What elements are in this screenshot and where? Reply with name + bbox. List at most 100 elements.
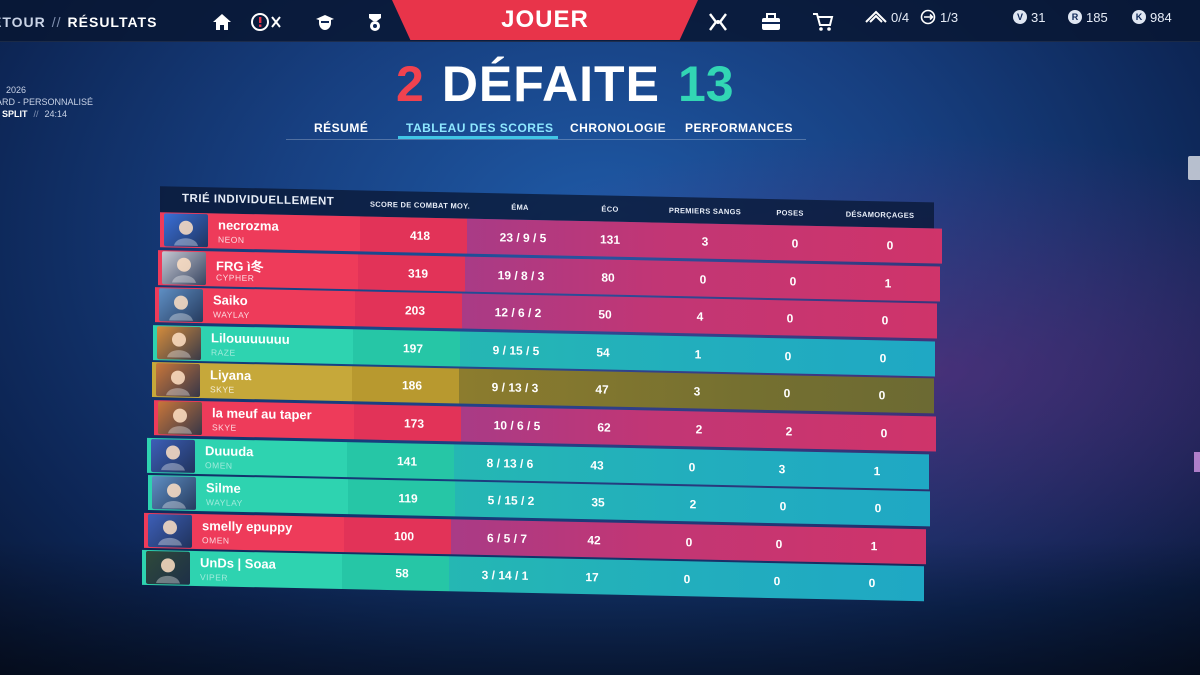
acs-value: 119	[398, 491, 418, 506]
store-icon[interactable]	[812, 11, 834, 33]
sort-toggle[interactable]: TRIÉ INDIVIDUELLEMENT	[182, 193, 334, 208]
tab-summary[interactable]: RÉSUMÉ	[314, 121, 368, 135]
player-name[interactable]: Lilouuuuuuu	[211, 330, 290, 347]
plants-value: 0	[789, 273, 797, 289]
match-mode: ARD - PERSONNALISÉ	[0, 97, 94, 107]
alert-icon[interactable]	[247, 11, 285, 33]
player-name[interactable]: Liyana	[210, 368, 251, 384]
plants-value: 2	[785, 424, 793, 439]
econ-value: 17	[585, 570, 599, 585]
player-name[interactable]: smelly epuppy	[202, 518, 292, 535]
acs-value: 186	[401, 378, 423, 394]
breadcrumb: ETOUR // RÉSULTATS	[0, 14, 157, 30]
acs-value: 173	[403, 416, 425, 431]
first-bloods-value: 0	[699, 272, 707, 287]
player-name[interactable]: Duuuda	[205, 443, 253, 459]
match-duration: 24:14	[44, 109, 68, 119]
plants-value: 0	[783, 386, 791, 401]
first-bloods-value: 2	[695, 422, 703, 437]
column-header-acs[interactable]: SCORE DE COMBAT MOY.	[365, 200, 475, 211]
acs-value: 58	[395, 566, 409, 581]
kingdom-credits-icon: K	[1132, 10, 1146, 24]
defuses-value: 0	[886, 238, 894, 253]
column-header-econ[interactable]: ÉCO	[580, 204, 640, 214]
agent-portrait-icon	[146, 551, 190, 586]
acs-value: 319	[407, 265, 429, 281]
plants-value: 0	[786, 311, 794, 326]
kda-value: 10 / 6 / 5	[493, 418, 541, 434]
acs-value: 141	[396, 453, 418, 469]
agents-icon[interactable]	[314, 11, 336, 33]
column-header-defuses[interactable]: DÉSAMORÇAGES	[840, 209, 920, 220]
agent-portrait-icon	[159, 288, 203, 323]
first-bloods-value: 0	[685, 535, 693, 550]
agent-portrait-icon	[151, 438, 195, 473]
plants-value: 0	[791, 236, 799, 251]
agent-name: OMEN	[202, 534, 230, 546]
agent-name: RAZE	[211, 347, 236, 358]
match-result: 2 DÉFAITE 13	[396, 56, 734, 112]
defuses-value: 0	[881, 313, 889, 328]
column-header-kda[interactable]: ÉMA	[480, 202, 560, 213]
tab-scoreboard[interactable]: TABLEAU DES SCORES	[406, 121, 553, 135]
match-map: SPLIT	[2, 109, 28, 119]
kda-value: 9 / 13 / 3	[491, 380, 539, 396]
match-map-line: SPLIT // 24:14	[2, 108, 93, 120]
battlepass-nav-icon[interactable]	[707, 11, 729, 33]
result-title: DÉFAITE	[441, 56, 660, 112]
mission-icon	[920, 9, 936, 25]
defuses-value: 0	[868, 576, 876, 591]
defuses-value: 1	[870, 538, 878, 554]
first-bloods-value: 2	[689, 497, 697, 512]
tab-performance[interactable]: PERFORMANCES	[685, 121, 793, 135]
player-name[interactable]: Silme	[206, 480, 241, 496]
player-name[interactable]: UnDs | Soaa	[200, 555, 276, 572]
player-name[interactable]: la meuf au taper	[212, 405, 312, 422]
defuses-value: 1	[884, 275, 892, 291]
econ-value: 42	[587, 532, 601, 548]
econ-value: 54	[596, 345, 610, 360]
tab-timeline[interactable]: CHRONOLOGIE	[570, 121, 666, 135]
home-icon[interactable]	[211, 11, 233, 33]
radianite-icon: R	[1068, 10, 1082, 24]
match-info: 2026 ARD - PERSONNALISÉ SPLIT // 24:14	[0, 84, 93, 120]
column-header-plants[interactable]: POSES	[765, 208, 815, 218]
agent-name: NEON	[218, 234, 245, 245]
plants-value: 3	[778, 461, 786, 476]
agent-name: VIPER	[200, 572, 229, 584]
back-link[interactable]: ETOUR	[0, 14, 46, 30]
econ-value: 50	[598, 307, 612, 322]
plants-value: 0	[775, 536, 783, 552]
acs-value: 418	[409, 228, 431, 243]
valorant-points[interactable]: V 31	[1013, 8, 1045, 26]
agent-name: CYPHER	[216, 271, 255, 283]
kda-value: 3 / 14 / 1	[481, 568, 529, 584]
plants-value: 0	[773, 574, 781, 589]
column-header-first-bloods[interactable]: PREMIERS SANGS	[650, 205, 760, 217]
player-name[interactable]: Saiko	[213, 293, 248, 309]
battlepass-progress[interactable]: 0/4	[865, 8, 909, 26]
valorant-points-icon: V	[1013, 10, 1027, 24]
play-button[interactable]: JOUER	[392, 0, 698, 40]
kingdom-credits-value: 984	[1150, 9, 1172, 25]
acs-value: 203	[404, 303, 426, 318]
battlepass-icon	[865, 10, 887, 23]
agent-portrait-icon	[156, 363, 200, 398]
kingdom-credits[interactable]: K 984	[1132, 8, 1172, 26]
radianite-points[interactable]: R 185	[1068, 8, 1108, 26]
mission-progress[interactable]: 1/3	[920, 8, 958, 26]
plants-value: 0	[779, 499, 787, 514]
defuses-value: 1	[873, 463, 881, 478]
agent-name: SKYE	[210, 384, 235, 396]
agent-portrait-icon	[162, 250, 206, 285]
collection-icon[interactable]	[760, 11, 782, 33]
scoreboard: TRIÉ INDIVIDUELLEMENT SCORE DE COMBAT MO…	[142, 186, 942, 625]
econ-value: 47	[595, 382, 609, 397]
player-name[interactable]: necrozma	[218, 217, 279, 233]
acs-value: 100	[393, 528, 415, 544]
team-score: 2	[396, 56, 424, 112]
career-icon[interactable]	[364, 11, 386, 33]
first-bloods-value: 3	[693, 384, 701, 399]
first-bloods-value: 0	[683, 572, 691, 587]
side-panel-tab[interactable]	[1188, 156, 1200, 180]
